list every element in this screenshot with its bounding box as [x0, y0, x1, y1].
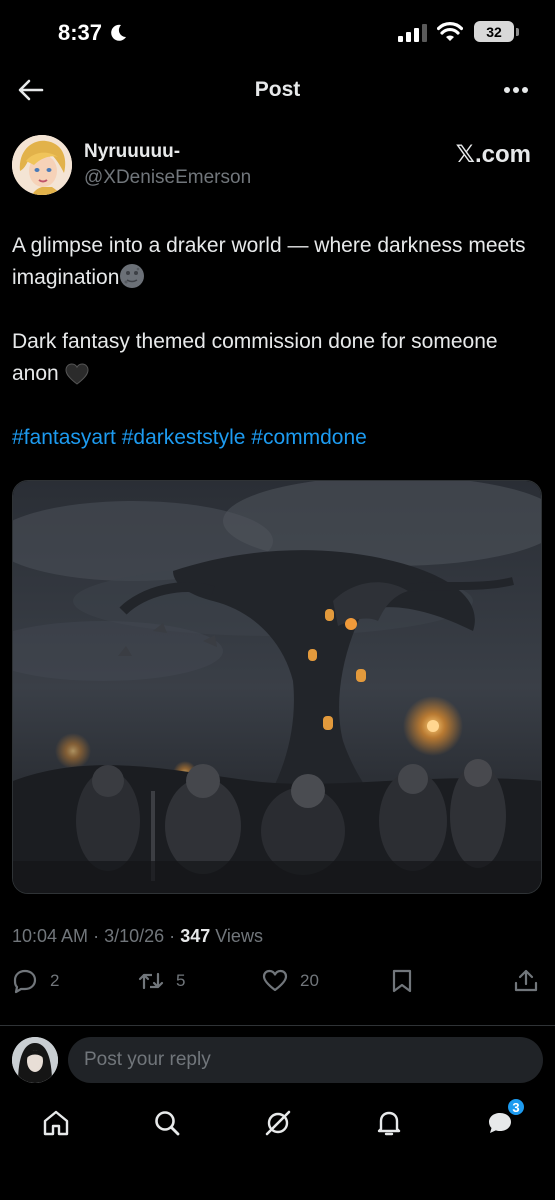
- views-label: Views: [215, 926, 263, 946]
- post-meta: 10:04 AM · 3/10/26 · 347 Views: [12, 926, 263, 947]
- more-horizontal-icon: [504, 87, 528, 93]
- meta-separator: ·: [93, 926, 100, 946]
- like-count: 20: [300, 971, 319, 990]
- moon-icon: [111, 24, 127, 41]
- page-title: Post: [254, 78, 301, 101]
- bottom-tab-bar: 3: [0, 1095, 555, 1155]
- bookmark-icon: [392, 969, 412, 993]
- dark-fantasy-artwork: [13, 481, 541, 893]
- author-name[interactable]: Nyruuuuu-: [84, 141, 180, 163]
- post-date: 3/10/26: [104, 926, 165, 946]
- share-button[interactable]: [513, 968, 539, 994]
- post-paragraph-1: A glimpse into a draker world — where da…: [12, 230, 542, 294]
- reply-input[interactable]: [68, 1037, 543, 1083]
- views-count: 347: [180, 926, 211, 946]
- meta-separator: ·: [169, 926, 176, 946]
- avatar-image: [12, 135, 72, 195]
- tab-search[interactable]: [151, 1107, 183, 1139]
- repost-count: 5: [176, 971, 186, 990]
- author-avatar[interactable]: [12, 135, 72, 195]
- clock: 8:37: [58, 20, 103, 45]
- black-heart-icon: [65, 363, 89, 385]
- divider: [0, 1025, 555, 1026]
- like-button[interactable]: 20: [262, 968, 319, 994]
- tab-messages[interactable]: 3: [484, 1097, 526, 1139]
- new-moon-face-icon: [120, 264, 145, 288]
- bell-icon: [377, 1111, 401, 1136]
- heart-icon: [262, 969, 288, 992]
- post-line-1: A glimpse into a draker world — where da…: [12, 234, 526, 289]
- post-image[interactable]: [12, 480, 542, 894]
- grok-icon: [265, 1110, 291, 1136]
- user-avatar-image: [12, 1037, 58, 1083]
- source-label: 𝕏.com: [455, 141, 531, 168]
- share-icon: [514, 969, 538, 992]
- tab-grok[interactable]: [262, 1107, 294, 1139]
- user-avatar[interactable]: [12, 1037, 58, 1083]
- post-body: A glimpse into a draker world — where da…: [12, 230, 542, 486]
- more-options-button[interactable]: [501, 78, 531, 102]
- battery-indicator: 32: [474, 21, 514, 42]
- reply-icon: [13, 969, 37, 994]
- repost-button[interactable]: 5: [138, 968, 185, 994]
- reply-button[interactable]: 2: [12, 968, 59, 994]
- battery-tip: [516, 28, 519, 36]
- post-hashtags[interactable]: #fantasyart #darkeststyle #commdone: [12, 422, 542, 454]
- search-icon: [155, 1111, 180, 1136]
- reply-count: 2: [50, 971, 60, 990]
- signal-icon: [398, 24, 427, 42]
- repost-icon: [138, 972, 164, 990]
- bookmark-button[interactable]: [389, 968, 415, 994]
- home-icon: [43, 1110, 69, 1136]
- post-actions: 2 5 20: [0, 964, 555, 1004]
- top-nav: Post: [0, 64, 555, 116]
- author-handle[interactable]: @XDeniseEmerson: [84, 167, 251, 189]
- tab-home[interactable]: [40, 1107, 72, 1139]
- post-time: 10:04 AM: [12, 926, 89, 946]
- tab-notifications[interactable]: [373, 1107, 405, 1139]
- wifi-icon: [437, 22, 463, 41]
- messages-badge: 3: [506, 1097, 526, 1117]
- status-time: 8:37: [58, 20, 128, 46]
- post-paragraph-2: Dark fantasy themed commission done for …: [12, 326, 542, 390]
- status-bar: 8:37 32: [0, 0, 555, 64]
